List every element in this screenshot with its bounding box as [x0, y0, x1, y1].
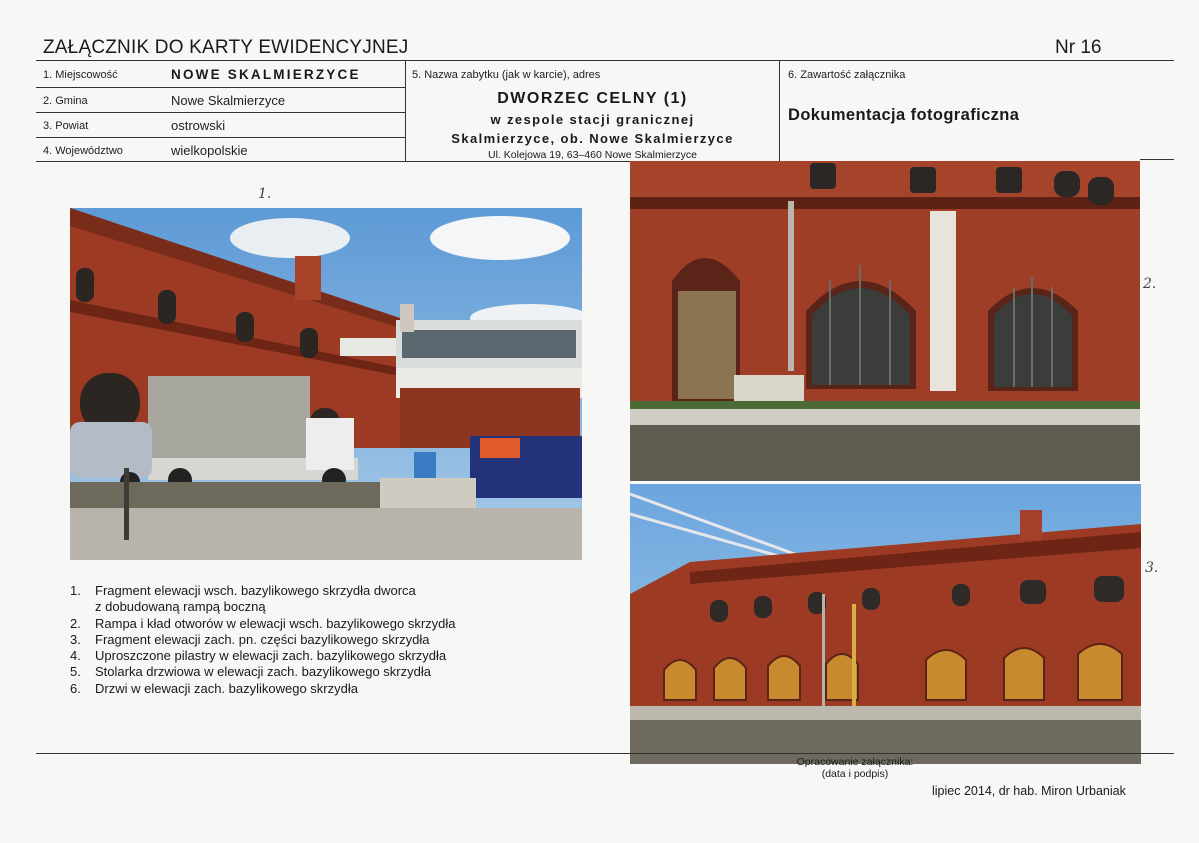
document-title: ZAŁĄCZNIK DO KARTY EWIDENCYJNEJ — [43, 37, 409, 58]
photo-number-2: 2. — [1143, 276, 1157, 292]
county-label: 3. Powiat — [43, 120, 89, 132]
caption-number: 3. — [70, 631, 81, 647]
caption-number: 5. — [70, 664, 81, 680]
caption-list: 1. Fragment elewacji wsch. bazylikowego s… — [70, 583, 550, 697]
caption-number — [70, 599, 95, 615]
monument-label: 5. Nazwa zabytku (jak w karcie), adres — [412, 69, 601, 81]
caption-item: 6. Drzwi w elewacji zach. bazylikowego sk… — [70, 681, 550, 697]
attachment-number: Nr 16 — [1055, 37, 1102, 58]
caption-text: Uproszczone pilastry w elewacji zach. ba… — [95, 648, 447, 664]
content-label: 6. Zawartość załącznika — [788, 69, 906, 81]
caption-item: 3. Fragment elewacji zach. pn. części baz… — [70, 632, 550, 648]
voivodeship-label: 4. Województwo — [43, 145, 123, 157]
photo-number-1: 1. — [258, 186, 272, 202]
table-bottom-border — [36, 161, 630, 162]
prepared-by-label-line2: (data i podpis) — [821, 768, 889, 780]
caption-text: Fragment elewacji zach. pn. części bazyl… — [95, 631, 430, 647]
photo-1 — [70, 208, 582, 560]
photo-3 — [630, 484, 1141, 764]
caption-item: 4. Uproszczone pilastry w elewacji zach. … — [70, 648, 550, 664]
monument-subtitle: w zespole stacji granicznej — [490, 112, 695, 127]
table-row-divider — [36, 137, 405, 138]
monument-name: DWORZEC CELNY (1) — [497, 90, 688, 107]
caption-item: z dobudowaną rampą boczną — [70, 599, 550, 615]
caption-number: 1. — [70, 583, 81, 598]
caption-text: Fragment elewacji wsch. bazylikowego skr… — [95, 583, 416, 598]
county-value: ostrowski — [171, 118, 226, 133]
locality-value: NOWE SKALMIERZYCE — [171, 67, 361, 82]
caption-item: 5. Stolarka drzwiowa w elewacji zach. baz… — [70, 664, 550, 680]
prepared-by-label: Opracowanie załącznika: (data i podpis) — [790, 756, 920, 780]
monument-address: Ul. Kolejowa 19, 63–460 Nowe Skalmierzyc… — [488, 149, 697, 161]
caption-text: z dobudowaną rampą boczną — [95, 599, 266, 615]
photo-2 — [630, 161, 1140, 481]
footer-rule — [36, 753, 1174, 754]
signature: lipiec 2014, dr hab. Miron Urbaniak — [932, 784, 1126, 798]
caption-text: Drzwi w elewacji zach. bazylikowego skrz… — [95, 680, 358, 696]
table-bottom-border — [1140, 159, 1174, 160]
table-top-border — [36, 60, 1174, 61]
caption-number: 2. — [70, 615, 81, 631]
caption-text: Rampa i kład otworów w elewacji wsch. ba… — [95, 615, 456, 631]
caption-item: 1. Fragment elewacji wsch. bazylikowego s… — [70, 583, 550, 599]
caption-text: Stolarka drzwiowa w elewacji zach. bazyl… — [95, 664, 431, 680]
commune-label: 2. Gmina — [43, 95, 88, 107]
caption-item: 2. Rampa i kład otworów w elewacji wsch. … — [70, 616, 550, 632]
photo-number-3: 3. — [1145, 560, 1159, 576]
content-value: Dokumentacja fotograficzna — [788, 106, 1020, 124]
prepared-by-label-line1: Opracowanie załącznika: — [796, 756, 914, 768]
caption-number: 4. — [70, 648, 81, 664]
table-row-divider — [36, 112, 405, 113]
monument-location: Skalmierzyce, ob. Nowe Skalmierzyce — [451, 131, 734, 146]
caption-number: 6. — [70, 680, 81, 696]
commune-value: Nowe Skalmierzyce — [171, 93, 286, 108]
table-row-divider — [36, 87, 405, 88]
locality-label: 1. Miejscowość — [43, 69, 118, 81]
voivodeship-value: wielkopolskie — [171, 143, 248, 158]
